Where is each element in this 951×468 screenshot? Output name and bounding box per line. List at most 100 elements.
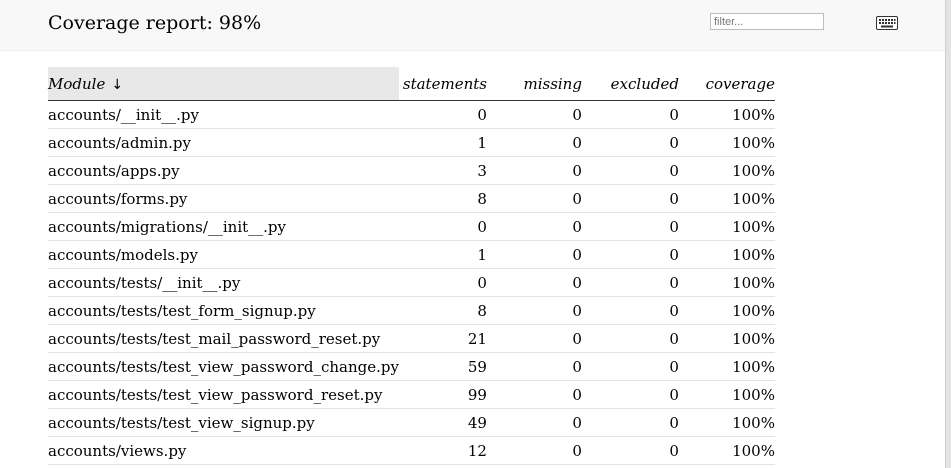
statements-cell: 8: [398, 296, 487, 325]
missing-cell: 0: [486, 184, 582, 213]
statements-cell: 0: [398, 100, 487, 129]
module-link[interactable]: accounts/forms.py: [48, 190, 187, 208]
module-link[interactable]: accounts/tests/test_form_signup.py: [48, 302, 316, 320]
excluded-cell: 0: [581, 268, 679, 297]
module-cell: accounts/__init__.py: [48, 100, 399, 129]
statements-cell: 21: [398, 324, 487, 353]
table-row: accounts/tests/test_view_signup.py 49 0 0 10…: [48, 408, 775, 437]
excluded-cell: 0: [581, 100, 679, 129]
coverage-cell: 100%: [678, 324, 775, 353]
module-link[interactable]: accounts/tests/__init__.py: [48, 274, 240, 292]
column-header-missing[interactable]: missing: [486, 67, 582, 101]
missing-cell: 0: [486, 212, 582, 241]
coverage-cell: 100%: [678, 352, 775, 381]
missing-cell: 0: [486, 296, 582, 325]
statements-cell: 99: [398, 380, 487, 409]
scrollbar[interactable]: [945, 0, 951, 468]
module-link[interactable]: accounts/__init__.py: [48, 106, 199, 124]
module-cell: accounts/tests/test_mail_password_reset.…: [48, 324, 399, 353]
excluded-cell: 0: [581, 212, 679, 241]
module-link[interactable]: accounts/migrations/__init__.py: [48, 218, 286, 236]
excluded-cell: 0: [581, 380, 679, 409]
missing-cell: 0: [486, 268, 582, 297]
module-link[interactable]: accounts/tests/test_view_password_change…: [48, 358, 399, 376]
excluded-cell: 0: [581, 296, 679, 325]
statements-cell: 0: [398, 268, 487, 297]
table-row: accounts/tests/test_view_password_reset.…: [48, 380, 775, 409]
coverage-cell: 100%: [678, 240, 775, 269]
excluded-cell: 0: [581, 324, 679, 353]
coverage-cell: 100%: [678, 128, 775, 157]
statements-cell: 59: [398, 352, 487, 381]
excluded-cell: 0: [581, 156, 679, 185]
module-cell: accounts/tests/test_view_password_reset.…: [48, 380, 399, 409]
missing-cell: 0: [486, 156, 582, 185]
module-cell: accounts/apps.py: [48, 156, 399, 185]
excluded-cell: 0: [581, 408, 679, 437]
statements-cell: 1: [398, 240, 487, 269]
column-header-statements[interactable]: statements: [398, 67, 487, 101]
module-link[interactable]: accounts/tests/test_view_password_reset.…: [48, 386, 382, 404]
missing-cell: 0: [486, 436, 582, 465]
table-row: accounts/apps.py 3 0 0 100%: [48, 156, 775, 185]
table-row: accounts/__init__.py 0 0 0 100%: [48, 100, 775, 129]
coverage-cell: 100%: [678, 268, 775, 297]
table-row: accounts/tests/test_mail_password_reset.…: [48, 324, 775, 353]
coverage-cell: 100%: [678, 212, 775, 241]
statements-cell: 12: [398, 436, 487, 465]
module-link[interactable]: accounts/views.py: [48, 442, 186, 460]
statements-cell: 3: [398, 156, 487, 185]
statements-cell: 49: [398, 408, 487, 437]
module-cell: accounts/views.py: [48, 436, 399, 465]
module-link[interactable]: accounts/models.py: [48, 246, 198, 264]
excluded-cell: 0: [581, 436, 679, 465]
coverage-table: Module ↓ statements missing excluded cove…: [48, 67, 775, 465]
table-body: accounts/__init__.py 0 0 0 100% accounts/admi…: [48, 100, 775, 465]
missing-cell: 0: [486, 128, 582, 157]
coverage-cell: 100%: [678, 184, 775, 213]
module-cell: accounts/models.py: [48, 240, 399, 269]
sort-descending-icon: ↓: [111, 76, 124, 93]
module-link[interactable]: accounts/tests/test_view_signup.py: [48, 414, 315, 432]
table-row: accounts/tests/test_view_password_change…: [48, 352, 775, 381]
column-header-coverage[interactable]: coverage: [678, 67, 775, 101]
module-cell: accounts/tests/test_view_signup.py: [48, 408, 399, 437]
module-cell: accounts/forms.py: [48, 184, 399, 213]
missing-cell: 0: [486, 408, 582, 437]
module-cell: accounts/tests/__init__.py: [48, 268, 399, 297]
table-header-row: Module ↓ statements missing excluded cove…: [48, 67, 775, 101]
module-link[interactable]: accounts/apps.py: [48, 162, 180, 180]
excluded-cell: 0: [581, 352, 679, 381]
coverage-cell: 100%: [678, 156, 775, 185]
statements-cell: 0: [398, 212, 487, 241]
table-row: accounts/migrations/__init__.py 0 0 0 100%: [48, 212, 775, 241]
report-header: Coverage report: 98%: [0, 0, 945, 51]
statements-cell: 8: [398, 184, 487, 213]
table-row: accounts/views.py 12 0 0 100%: [48, 436, 775, 465]
table-row: accounts/models.py 1 0 0 100%: [48, 240, 775, 269]
filter-input[interactable]: [710, 13, 824, 30]
coverage-cell: 100%: [678, 296, 775, 325]
missing-cell: 0: [486, 240, 582, 269]
module-cell: accounts/admin.py: [48, 128, 399, 157]
missing-cell: 0: [486, 324, 582, 353]
coverage-cell: 100%: [678, 100, 775, 129]
page-title: Coverage report: 98%: [48, 12, 262, 34]
module-link[interactable]: accounts/admin.py: [48, 134, 191, 152]
excluded-cell: 0: [581, 240, 679, 269]
table-row: accounts/admin.py 1 0 0 100%: [48, 128, 775, 157]
keyboard-icon[interactable]: [876, 16, 898, 30]
excluded-cell: 0: [581, 128, 679, 157]
missing-cell: 0: [486, 380, 582, 409]
column-header-module[interactable]: Module ↓: [48, 67, 399, 101]
coverage-cell: 100%: [678, 408, 775, 437]
statements-cell: 1: [398, 128, 487, 157]
module-cell: accounts/tests/test_view_password_change…: [48, 352, 399, 381]
column-header-excluded[interactable]: excluded: [581, 67, 679, 101]
module-link[interactable]: accounts/tests/test_mail_password_reset.…: [48, 330, 380, 348]
coverage-cell: 100%: [678, 380, 775, 409]
table-row: accounts/tests/__init__.py 0 0 0 100%: [48, 268, 775, 297]
table-row: accounts/forms.py 8 0 0 100%: [48, 184, 775, 213]
module-cell: accounts/tests/test_form_signup.py: [48, 296, 399, 325]
module-cell: accounts/migrations/__init__.py: [48, 212, 399, 241]
